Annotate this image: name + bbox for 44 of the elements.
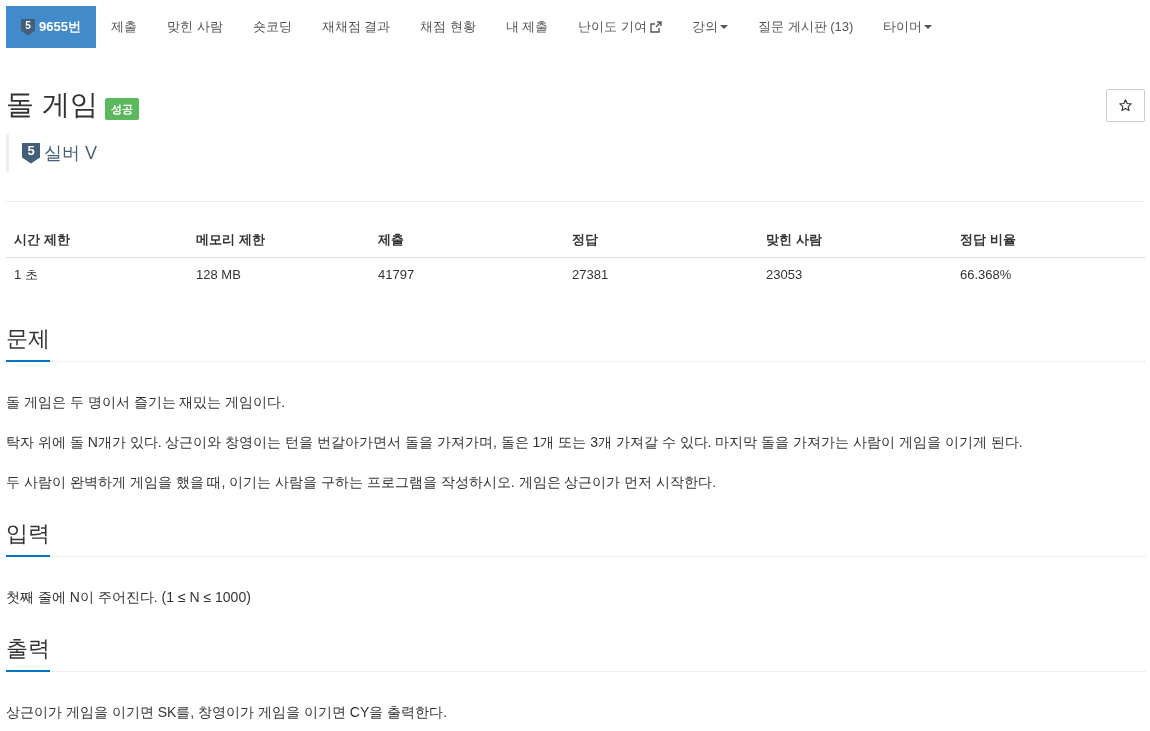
tier-badge: 5 bbox=[21, 18, 35, 36]
nav-dropdown[interactable]: 강의 bbox=[677, 6, 744, 48]
problem-paragraph: 첫째 줄에 N이 주어진다. (1 ≤ N ≤ 1000) bbox=[6, 588, 252, 607]
table-cell: 128 MB bbox=[188, 257, 370, 292]
table-header-cell: 시간 제한 bbox=[6, 223, 188, 257]
nav-link[interactable]: 난이도 기여 bbox=[563, 6, 678, 48]
tier-badge: 5 bbox=[22, 142, 40, 164]
nav-tab[interactable]: 5 9655번 bbox=[6, 6, 96, 48]
table-cell: 1 초 bbox=[6, 257, 188, 292]
external-link-icon bbox=[650, 21, 663, 33]
table-header-cell: 정답 bbox=[564, 223, 758, 257]
problem-paragraph: 돌 게임은 두 명이서 즐기는 재밌는 게임이다. bbox=[6, 393, 287, 412]
status-badge: 성공 bbox=[104, 98, 139, 120]
table-header-cell: 제출 bbox=[370, 223, 564, 257]
table-header-cell: 정답 비율 bbox=[952, 223, 1145, 257]
problem-paragraph: 두 사람이 완벽하게 게임을 했을 때, 이기는 사람을 구하는 프로그램을 작성하시오. 게임은 상근이가 먼저 시작한다. bbox=[6, 473, 718, 492]
nav-link[interactable]: 질문 게시판 (13) bbox=[743, 6, 869, 48]
nav-link[interactable]: 재채점 결과 bbox=[306, 6, 406, 48]
nav-dropdown-label: 강의 bbox=[692, 18, 719, 37]
nav-link-label: 난이도 기여 bbox=[578, 18, 648, 37]
caret-icon bbox=[924, 25, 933, 29]
table-cell: 27381 bbox=[564, 257, 758, 292]
problem-title: 돌 게임 bbox=[6, 88, 98, 122]
table-header-cell: 맞힌 사람 bbox=[758, 223, 952, 257]
problem-paragraph: 상근이가 게임을 이기면 SK를, 창영이가 게임을 이기면 CY을 출력한다. bbox=[6, 703, 449, 722]
caret-icon bbox=[720, 25, 729, 29]
table-cell: 23053 bbox=[758, 257, 952, 292]
nav-link[interactable]: 채점 현황 bbox=[405, 6, 491, 48]
nav-link[interactable]: 맞힌 사람 bbox=[151, 6, 238, 48]
nav-link[interactable]: 숏코딩 bbox=[237, 6, 307, 48]
nav-dropdown-label: 타이머 bbox=[883, 18, 923, 37]
tier-label: 실버 V bbox=[44, 142, 97, 164]
star-button[interactable] bbox=[1106, 89, 1145, 122]
section-heading: 입력 bbox=[6, 519, 50, 557]
problem-paragraph: 탁자 위에 돌 N개가 있다. 상근이와 창영이는 턴을 번갈아가면서 돌을 가져가며, 돌은 1개 또는 3개 가져갈 수 있다. 마지막 돌을 가져가는 사람이 게임을 이기게 된다. bbox=[6, 433, 1024, 452]
nav-link[interactable]: 내 제출 bbox=[490, 6, 564, 48]
table-cell: 66.368% bbox=[952, 257, 1145, 292]
section-heading: 문제 bbox=[6, 324, 50, 362]
section-heading: 출력 bbox=[6, 634, 50, 672]
table-header-cell: 메모리 제한 bbox=[188, 223, 370, 257]
table-cell: 41797 bbox=[370, 257, 564, 292]
nav-tab-label: 9655번 bbox=[39, 18, 81, 37]
nav-link[interactable]: 제출 bbox=[95, 6, 152, 48]
nav-dropdown[interactable]: 타이머 bbox=[868, 6, 948, 48]
